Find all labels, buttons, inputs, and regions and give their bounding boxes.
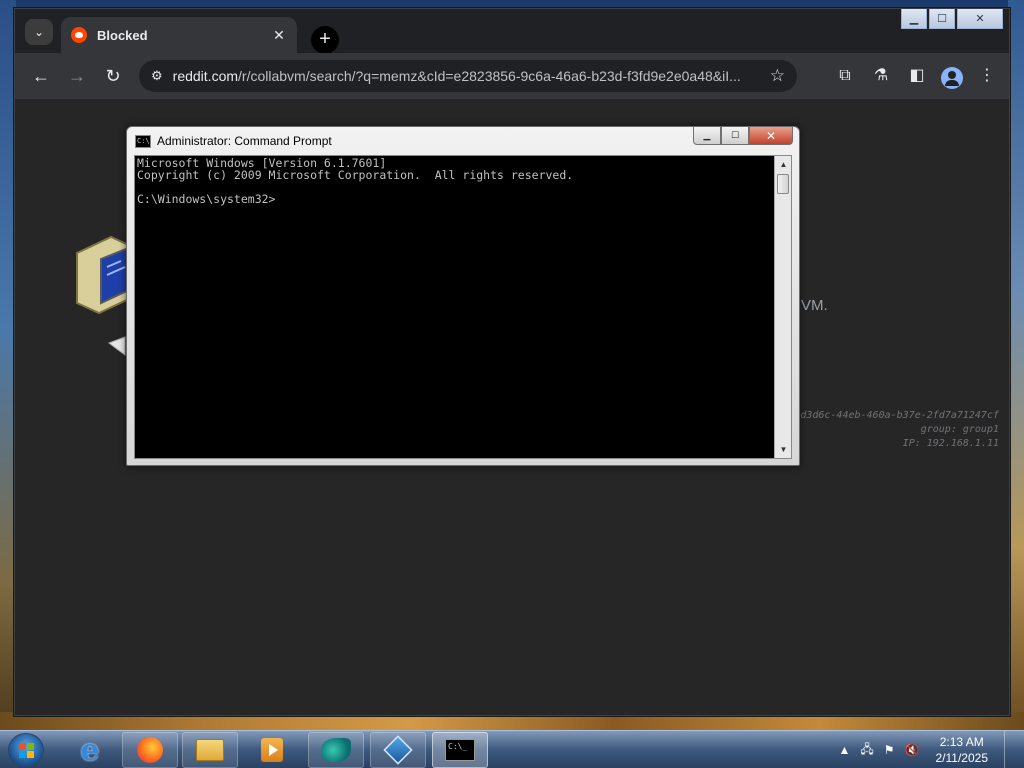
internet-explorer-icon: e <box>80 732 100 768</box>
address-bar[interactable]: ⚙ reddit.com/r/collabvm/search/?q=memz&c… <box>139 60 797 92</box>
folder-icon <box>196 739 224 761</box>
cmd-close-button[interactable]: ✕ <box>749 127 793 145</box>
media-player-icon <box>261 738 283 762</box>
cmd-window-controls: ▁ ☐ ✕ <box>693 127 793 145</box>
taskbar-firefox[interactable] <box>122 732 178 768</box>
action-center-flag-icon[interactable]: ⚑ <box>884 743 895 757</box>
scroll-thumb[interactable] <box>777 174 789 194</box>
taskbar: e C:\_ ▲ 🖧 ⚑ 🔇 2:13 AM 2/11/2025 <box>0 730 1024 768</box>
command-prompt-window[interactable]: C:\ Administrator: Command Prompt ▁ ☐ ✕ … <box>126 126 800 466</box>
maximize-button[interactable]: ☐ <box>929 9 955 29</box>
cmd-minimize-button[interactable]: ▁ <box>693 127 721 145</box>
tab-title: Blocked <box>97 27 148 43</box>
scroll-down-icon[interactable]: ▼ <box>775 441 792 458</box>
desktop-wallpaper-right <box>1008 0 1024 730</box>
virtualbox-icon <box>383 735 413 765</box>
start-button[interactable] <box>8 733 44 767</box>
labs-flask-icon[interactable]: ⚗ <box>869 61 893 91</box>
console-scrollbar[interactable]: ▲ ▼ <box>774 156 791 458</box>
page-partial-text: VM. <box>801 297 828 314</box>
back-button[interactable]: ← <box>23 66 59 87</box>
profile-avatar-icon[interactable] <box>941 67 963 89</box>
vm-id: d3d6c-44eb-460a-b37e-2fd7a71247cf <box>800 410 999 421</box>
taskbar-media-player[interactable] <box>244 732 300 768</box>
toolbar-right: ⧉ ⚗ ◧ ⋮ <box>833 61 999 91</box>
cmd-window-icon: C:\ <box>135 135 151 148</box>
url-text: reddit.com/r/collabvm/search/?q=memz&cId… <box>173 68 762 84</box>
url-path: /r/collabvm/search/?q=memz&cId=e2823856-… <box>238 68 741 84</box>
reload-button[interactable]: ↻ <box>95 66 131 87</box>
windows-logo-icon <box>19 743 35 759</box>
scroll-up-icon[interactable]: ▲ <box>775 156 792 173</box>
chevron-down-icon: ⌄ <box>33 25 45 39</box>
taskbar-virtualbox[interactable] <box>370 732 426 768</box>
side-panel-icon[interactable]: ◧ <box>905 61 929 91</box>
console-area[interactable]: Microsoft Windows [Version 6.1.7601] Cop… <box>134 155 792 459</box>
chrome-window-controls: ▁ ☐ ✕ <box>901 9 1003 29</box>
new-tab-button[interactable]: + <box>311 26 339 54</box>
clock-time: 2:13 AM <box>939 735 984 749</box>
site-info-icon[interactable]: ⚙ <box>151 68 163 84</box>
browser-toolbar: ← → ↻ ⚙ reddit.com/r/collabvm/search/?q=… <box>15 53 1009 99</box>
network-icon[interactable]: 🖧 <box>860 740 873 761</box>
console-text: Microsoft Windows [Version 6.1.7601] Cop… <box>137 156 574 206</box>
cmd-maximize-button[interactable]: ☐ <box>721 127 749 145</box>
app-bird-icon <box>321 738 351 762</box>
show-hidden-icons-icon[interactable]: ▲ <box>839 743 851 757</box>
command-prompt-icon: C:\_ <box>445 739 475 761</box>
vm-meta-info: d3d6c-44eb-460a-b37e-2fd7a71247cf group:… <box>800 409 999 451</box>
tab-search-button[interactable]: ⌄ <box>25 19 53 45</box>
tab-blocked[interactable]: Blocked ✕ <box>61 17 297 53</box>
close-button[interactable]: ✕ <box>957 9 1003 29</box>
clock[interactable]: 2:13 AM 2/11/2025 <box>936 734 989 766</box>
tab-close-icon[interactable]: ✕ <box>271 27 287 44</box>
minimize-button[interactable]: ▁ <box>901 9 927 29</box>
firefox-icon <box>137 737 163 763</box>
taskbar-file-explorer[interactable] <box>182 732 238 768</box>
vm-group: group: group1 <box>920 424 999 435</box>
forward-button[interactable]: → <box>59 66 95 87</box>
cmd-titlebar[interactable]: C:\ Administrator: Command Prompt ▁ ☐ ✕ <box>127 127 799 155</box>
taskbar-command-prompt[interactable]: C:\_ <box>432 732 488 768</box>
menu-kebab-icon[interactable]: ⋮ <box>975 61 999 91</box>
taskbar-internet-explorer[interactable]: e <box>62 732 118 768</box>
volume-muted-icon[interactable]: 🔇 <box>905 743 920 757</box>
reddit-icon <box>71 27 87 43</box>
vm-ip: IP: 192.168.1.11 <box>902 438 999 449</box>
url-host: reddit.com <box>172 68 239 84</box>
system-tray: ▲ 🖧 ⚑ 🔇 2:13 AM 2/11/2025 <box>839 731 1017 768</box>
tab-strip: ⌄ Blocked ✕ + ▁ ☐ ✕ <box>15 9 1009 54</box>
clock-date: 2/11/2025 <box>935 751 989 765</box>
extensions-icon[interactable]: ⧉ <box>833 61 857 91</box>
show-desktop-button[interactable] <box>1004 731 1016 768</box>
taskbar-app[interactable] <box>308 732 364 768</box>
bookmark-star-icon[interactable]: ☆ <box>770 66 785 86</box>
cmd-title: Administrator: Command Prompt <box>157 134 332 148</box>
